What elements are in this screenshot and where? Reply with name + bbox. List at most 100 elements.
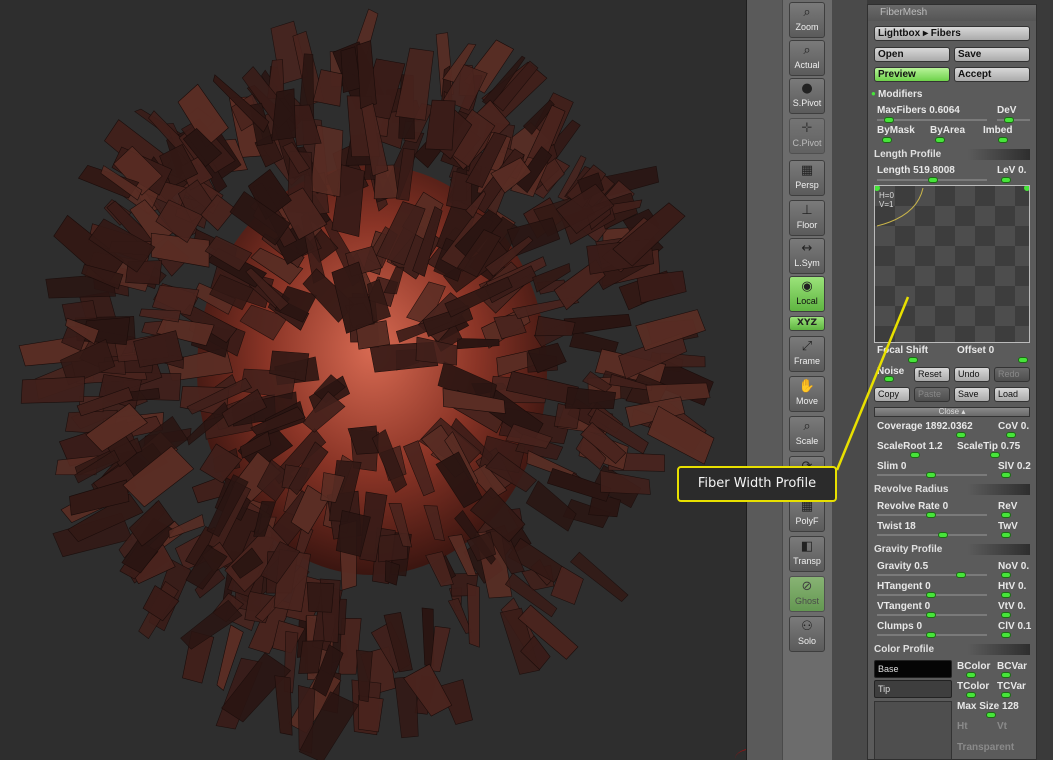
actual-button[interactable]: ⌕ Actual: [789, 40, 825, 76]
cov-slider[interactable]: CoV 0.: [998, 421, 1029, 432]
imbed-knob[interactable]: [998, 137, 1008, 143]
slim-slider[interactable]: Slim 0: [877, 461, 906, 472]
accept-button[interactable]: Accept: [954, 67, 1030, 82]
slv-slider[interactable]: SlV 0.2: [998, 461, 1031, 472]
gravity-knob[interactable]: [956, 572, 966, 578]
focal-shift-slider[interactable]: Focal Shift: [877, 345, 928, 356]
color-profile-header[interactable]: Color Profile: [874, 644, 1030, 655]
save-button[interactable]: Save: [954, 47, 1030, 62]
offset-knob[interactable]: [1018, 357, 1028, 363]
move-button[interactable]: ✋ Move: [789, 376, 825, 412]
curve-point-start[interactable]: [875, 186, 880, 191]
nov-knob[interactable]: [1001, 572, 1011, 578]
redo-button[interactable]: Redo: [994, 367, 1030, 382]
bymask-slider[interactable]: ByMask: [877, 125, 915, 136]
lsym-button[interactable]: ↔ L.Sym: [789, 238, 825, 274]
htv-knob[interactable]: [1001, 592, 1011, 598]
base-color-swatch[interactable]: Base: [874, 660, 952, 678]
twv-knob[interactable]: [1001, 532, 1011, 538]
htv-slider[interactable]: HtV 0.: [998, 581, 1026, 592]
load-button[interactable]: Load: [994, 387, 1030, 402]
save-profile-button[interactable]: Save: [954, 387, 990, 402]
ht-slider[interactable]: Ht: [957, 721, 968, 732]
maxfibers-knob[interactable]: [884, 117, 894, 123]
max-size-slider[interactable]: Max Size 128: [957, 701, 1019, 712]
tcvar-knob[interactable]: [1001, 692, 1011, 698]
vtangent-slider[interactable]: VTangent 0: [877, 601, 930, 612]
bcolor-knob[interactable]: [966, 672, 976, 678]
twist-track[interactable]: [877, 534, 987, 536]
rev-knob[interactable]: [1001, 512, 1011, 518]
lightbox-fibers-button[interactable]: Lightbox ▸ Fibers: [874, 26, 1030, 41]
gravity-slider[interactable]: Gravity 0.5: [877, 561, 928, 572]
clumps-knob[interactable]: [926, 632, 936, 638]
close-profile-bar[interactable]: Close ▴: [874, 407, 1030, 417]
coverage-knob[interactable]: [956, 432, 966, 438]
tcvar-slider[interactable]: TCVar: [997, 681, 1026, 692]
twist-knob[interactable]: [938, 532, 948, 538]
persp-button[interactable]: ▦ Persp: [789, 160, 825, 196]
spivot-button[interactable]: ● S.Pivot: [789, 78, 825, 114]
zoom-button[interactable]: ⌕ Zoom: [789, 2, 825, 38]
scaletip-knob[interactable]: [990, 452, 1000, 458]
scale-button[interactable]: ⌕ Scale: [789, 416, 825, 452]
bcvar-knob[interactable]: [1001, 672, 1011, 678]
vtangent-knob[interactable]: [926, 612, 936, 618]
fiber-width-profile-curve[interactable]: H=0 V=1: [874, 185, 1030, 343]
tcolor-knob[interactable]: [966, 692, 976, 698]
local-button[interactable]: ◉ Local: [789, 276, 825, 312]
reset-button[interactable]: Reset: [914, 367, 950, 382]
3d-viewport[interactable]: [0, 0, 746, 760]
ghost-button[interactable]: ⊘ Ghost: [789, 576, 825, 612]
tip-color-swatch[interactable]: Tip: [874, 680, 952, 698]
slim-knob[interactable]: [926, 472, 936, 478]
noise-knob[interactable]: [884, 376, 894, 382]
cov-knob[interactable]: [1006, 432, 1016, 438]
vtv-slider[interactable]: VtV 0.: [998, 601, 1026, 612]
revolve-rate-slider[interactable]: Revolve Rate 0: [877, 501, 948, 512]
fibermesh-model[interactable]: [0, 0, 746, 760]
transparent-toggle[interactable]: Transparent: [957, 742, 1014, 753]
open-button[interactable]: Open: [874, 47, 950, 62]
twv-slider[interactable]: TwV: [998, 521, 1018, 532]
bcvar-slider[interactable]: BCVar: [997, 661, 1027, 672]
slv-knob[interactable]: [1001, 472, 1011, 478]
htangent-knob[interactable]: [926, 592, 936, 598]
focal-shift-knob[interactable]: [908, 357, 918, 363]
revolve-rate-knob[interactable]: [926, 512, 936, 518]
htangent-slider[interactable]: HTangent 0: [877, 581, 931, 592]
length-knob[interactable]: [928, 177, 938, 183]
nov-slider[interactable]: NoV 0.: [998, 561, 1029, 572]
byarea-knob[interactable]: [935, 137, 945, 143]
vt-slider[interactable]: Vt: [997, 721, 1007, 732]
max-size-knob[interactable]: [986, 712, 996, 718]
byarea-slider[interactable]: ByArea: [930, 125, 965, 136]
scaletip-slider[interactable]: ScaleTip 0.75: [957, 441, 1020, 452]
frame-button[interactable]: ⤢ Frame: [789, 336, 825, 372]
imbed-slider[interactable]: Imbed: [983, 125, 1012, 136]
curve-point-end[interactable]: [1024, 186, 1029, 191]
preview-button[interactable]: Preview: [874, 67, 950, 82]
offset-slider[interactable]: Offset 0: [957, 345, 994, 356]
xyz-button[interactable]: XYZ: [789, 316, 825, 331]
undo-button[interactable]: Undo: [954, 367, 990, 382]
bcolor-slider[interactable]: BColor: [957, 661, 990, 672]
lev-slider[interactable]: LeV 0.: [997, 165, 1026, 176]
length-slider[interactable]: Length 519.8008: [877, 165, 955, 176]
clv-knob[interactable]: [1001, 632, 1011, 638]
gravity-track[interactable]: [877, 574, 987, 576]
clv-slider[interactable]: ClV 0.1: [998, 621, 1031, 632]
revolve-radius-header[interactable]: Revolve Radius: [874, 484, 1030, 495]
rev-slider[interactable]: ReV: [998, 501, 1017, 512]
modifiers-header[interactable]: Modifiers: [878, 89, 922, 100]
dev-slider[interactable]: DeV: [997, 105, 1016, 116]
tcolor-slider[interactable]: TColor: [957, 681, 989, 692]
solo-button[interactable]: ⚇ Solo: [789, 616, 825, 652]
floor-button[interactable]: ⊥ Floor: [789, 200, 825, 236]
bymask-knob[interactable]: [882, 137, 892, 143]
lev-knob[interactable]: [1001, 177, 1011, 183]
vtv-knob[interactable]: [1001, 612, 1011, 618]
paste-button[interactable]: Paste: [914, 387, 950, 402]
dev-knob[interactable]: [1004, 117, 1014, 123]
scaleroot-slider[interactable]: ScaleRoot 1.2: [877, 441, 943, 452]
